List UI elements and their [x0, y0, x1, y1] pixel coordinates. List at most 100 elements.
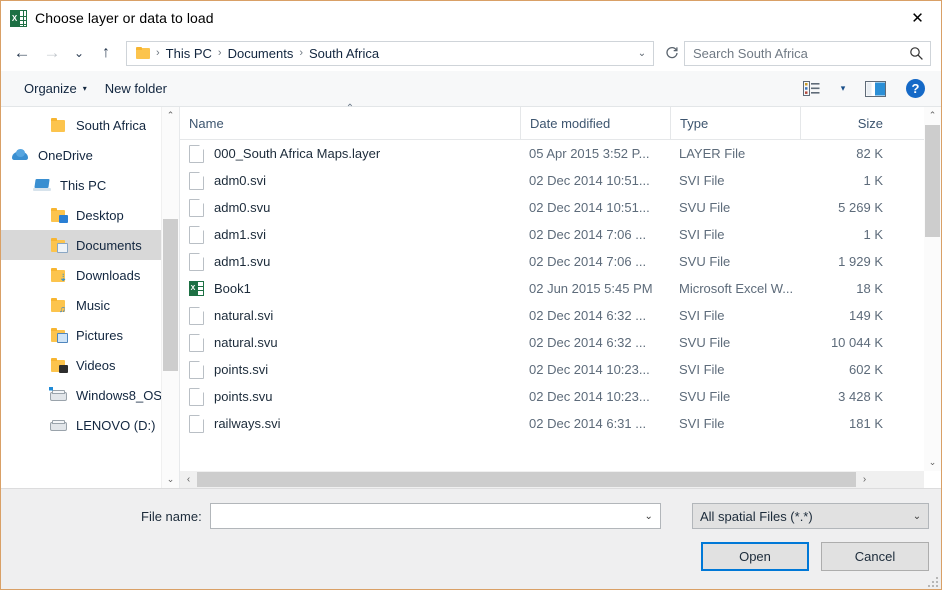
organize-label: Organize: [24, 81, 77, 96]
search-icon[interactable]: [902, 46, 930, 61]
table-row[interactable]: natural.svu 02 Dec 2014 6:32 ... SVU Fil…: [180, 329, 941, 356]
search-input[interactable]: [685, 41, 902, 66]
file-date-modified: 02 Dec 2014 6:32 ...: [520, 335, 670, 350]
scroll-right-icon[interactable]: ›: [856, 471, 873, 488]
scroll-down-icon[interactable]: ⌄: [162, 471, 179, 488]
table-row[interactable]: X Book1 02 Jun 2015 5:45 PM Microsoft Ex…: [180, 275, 941, 302]
file-size: 1 929 K: [800, 254, 896, 269]
preview-pane-icon[interactable]: [860, 76, 890, 102]
sidebar-scrollbar-thumb[interactable]: [163, 219, 178, 371]
back-button[interactable]: ←: [7, 39, 37, 67]
scroll-up-icon[interactable]: ⌃: [162, 107, 179, 124]
navigation-pane: South Africa OneDrive This PC Desktop Do: [1, 107, 180, 488]
file-size: 3 428 K: [800, 389, 896, 404]
file-date-modified: 05 Apr 2015 3:52 P...: [520, 146, 670, 161]
folder-pictures-icon: [49, 327, 69, 344]
column-header-label: Name: [189, 116, 224, 131]
scroll-left-icon[interactable]: ‹: [180, 471, 197, 488]
column-headers: ⌃ Name Date modified Type Size: [180, 107, 941, 140]
file-list-vertical-scrollbar[interactable]: ⌃ ⌄: [924, 107, 941, 471]
file-size: 82 K: [800, 146, 896, 161]
horizontal-scrollbar-thumb[interactable]: [197, 472, 856, 487]
sidebar-item-downloads[interactable]: ⇣ Downloads: [1, 260, 179, 290]
table-row[interactable]: adm0.svi 02 Dec 2014 10:51... SVI File 1…: [180, 167, 941, 194]
breadcrumb-this-pc[interactable]: This PC: [163, 46, 215, 61]
sidebar-item-this-pc[interactable]: This PC: [1, 170, 179, 200]
sidebar-item-videos[interactable]: Videos: [1, 350, 179, 380]
chevron-down-icon[interactable]: ⌄: [638, 511, 660, 522]
recent-locations-button[interactable]: ⌄: [67, 39, 91, 67]
filename-combobox[interactable]: ⌄: [210, 503, 661, 529]
chevron-down-icon[interactable]: ⌄: [631, 42, 653, 65]
sidebar-item-pictures[interactable]: Pictures: [1, 320, 179, 350]
sidebar-item-label: Pictures: [76, 328, 123, 343]
table-row[interactable]: adm1.svu 02 Dec 2014 7:06 ... SVU File 1…: [180, 248, 941, 275]
sidebar-item-desktop[interactable]: Desktop: [1, 200, 179, 230]
sidebar-item-documents[interactable]: Documents: [1, 230, 179, 260]
sidebar-item-label: Downloads: [76, 268, 140, 283]
sort-ascending-icon: ⌃: [346, 103, 354, 114]
refresh-icon[interactable]: [660, 39, 684, 67]
column-header-type[interactable]: Type: [670, 107, 800, 139]
file-list-pane: ⌃ Name Date modified Type Size 000_S: [180, 107, 941, 488]
sidebar-scrollbar[interactable]: ⌃ ⌄: [161, 107, 179, 488]
table-row[interactable]: adm1.svi 02 Dec 2014 7:06 ... SVI File 1…: [180, 221, 941, 248]
forward-button[interactable]: →: [37, 39, 67, 67]
file-name: points.svu: [214, 389, 273, 404]
blank-file-icon: [189, 199, 204, 217]
list-view-icon[interactable]: [796, 76, 826, 102]
new-folder-button[interactable]: New folder: [96, 77, 176, 100]
view-options-caret-icon[interactable]: ▾: [828, 76, 858, 102]
file-type-filter-dropdown[interactable]: All spatial Files (*.*) ⌄: [692, 503, 929, 529]
file-size: 602 K: [800, 362, 896, 377]
file-type: SVU File: [670, 254, 800, 269]
breadcrumb-south-africa[interactable]: South Africa: [306, 46, 382, 61]
file-name: adm0.svi: [214, 173, 266, 188]
title-bar: X Choose layer or data to load ✕: [1, 1, 941, 35]
sidebar-item-label: This PC: [60, 178, 106, 193]
close-icon[interactable]: ✕: [894, 1, 941, 35]
table-row[interactable]: natural.svi 02 Dec 2014 6:32 ... SVI Fil…: [180, 302, 941, 329]
help-icon[interactable]: ?: [906, 79, 925, 98]
blank-file-icon: [189, 415, 204, 433]
sidebar-item-south-africa[interactable]: South Africa: [1, 110, 179, 140]
file-list-horizontal-scrollbar[interactable]: ‹ ›: [180, 471, 941, 488]
sidebar-item-lenovo-d[interactable]: LENOVO (D:): [1, 410, 179, 440]
address-bar[interactable]: › This PC › Documents › South Africa ⌄: [126, 41, 654, 66]
vertical-scrollbar-thumb[interactable]: [925, 125, 940, 237]
table-row[interactable]: points.svi 02 Dec 2014 10:23... SVI File…: [180, 356, 941, 383]
file-name: natural.svi: [214, 308, 273, 323]
breadcrumb-documents[interactable]: Documents: [225, 46, 297, 61]
resize-grip[interactable]: [926, 575, 938, 587]
file-type: SVI File: [670, 308, 800, 323]
table-row[interactable]: railways.svi 02 Dec 2014 6:31 ... SVI Fi…: [180, 410, 941, 437]
column-header-date-modified[interactable]: Date modified: [520, 107, 670, 139]
blank-file-icon: [189, 307, 204, 325]
sidebar-item-music[interactable]: ♫ Music: [1, 290, 179, 320]
folder-documents-icon: [49, 237, 69, 254]
up-button[interactable]: ↑: [91, 39, 121, 67]
table-row[interactable]: points.svu 02 Dec 2014 10:23... SVU File…: [180, 383, 941, 410]
this-pc-icon: [33, 177, 53, 194]
file-date-modified: 02 Dec 2014 7:06 ...: [520, 254, 670, 269]
file-type: SVI File: [670, 173, 800, 188]
sidebar-item-onedrive[interactable]: OneDrive: [1, 140, 179, 170]
file-type: SVU File: [670, 389, 800, 404]
scroll-down-icon[interactable]: ⌄: [924, 454, 941, 471]
table-row[interactable]: adm0.svu 02 Dec 2014 10:51... SVU File 5…: [180, 194, 941, 221]
open-button[interactable]: Open: [701, 542, 809, 571]
sidebar-item-label: South Africa: [76, 118, 146, 133]
filename-input[interactable]: [211, 503, 638, 529]
column-header-name[interactable]: ⌃ Name: [180, 107, 520, 139]
file-date-modified: 02 Dec 2014 7:06 ...: [520, 227, 670, 242]
sidebar-item-windows8-os[interactable]: Windows8_OS (C: [1, 380, 179, 410]
table-row[interactable]: 000_South Africa Maps.layer 05 Apr 2015 …: [180, 140, 941, 167]
file-date-modified: 02 Dec 2014 6:32 ...: [520, 308, 670, 323]
organize-button[interactable]: Organize ▾: [15, 77, 96, 100]
search-box[interactable]: [684, 41, 931, 66]
cancel-button[interactable]: Cancel: [821, 542, 929, 571]
column-header-size[interactable]: Size: [800, 107, 896, 139]
scroll-up-icon[interactable]: ⌃: [924, 107, 941, 124]
file-type: SVI File: [670, 416, 800, 431]
dialog-footer: File name: ⌄ All spatial Files (*.*) ⌄ O…: [1, 488, 941, 589]
